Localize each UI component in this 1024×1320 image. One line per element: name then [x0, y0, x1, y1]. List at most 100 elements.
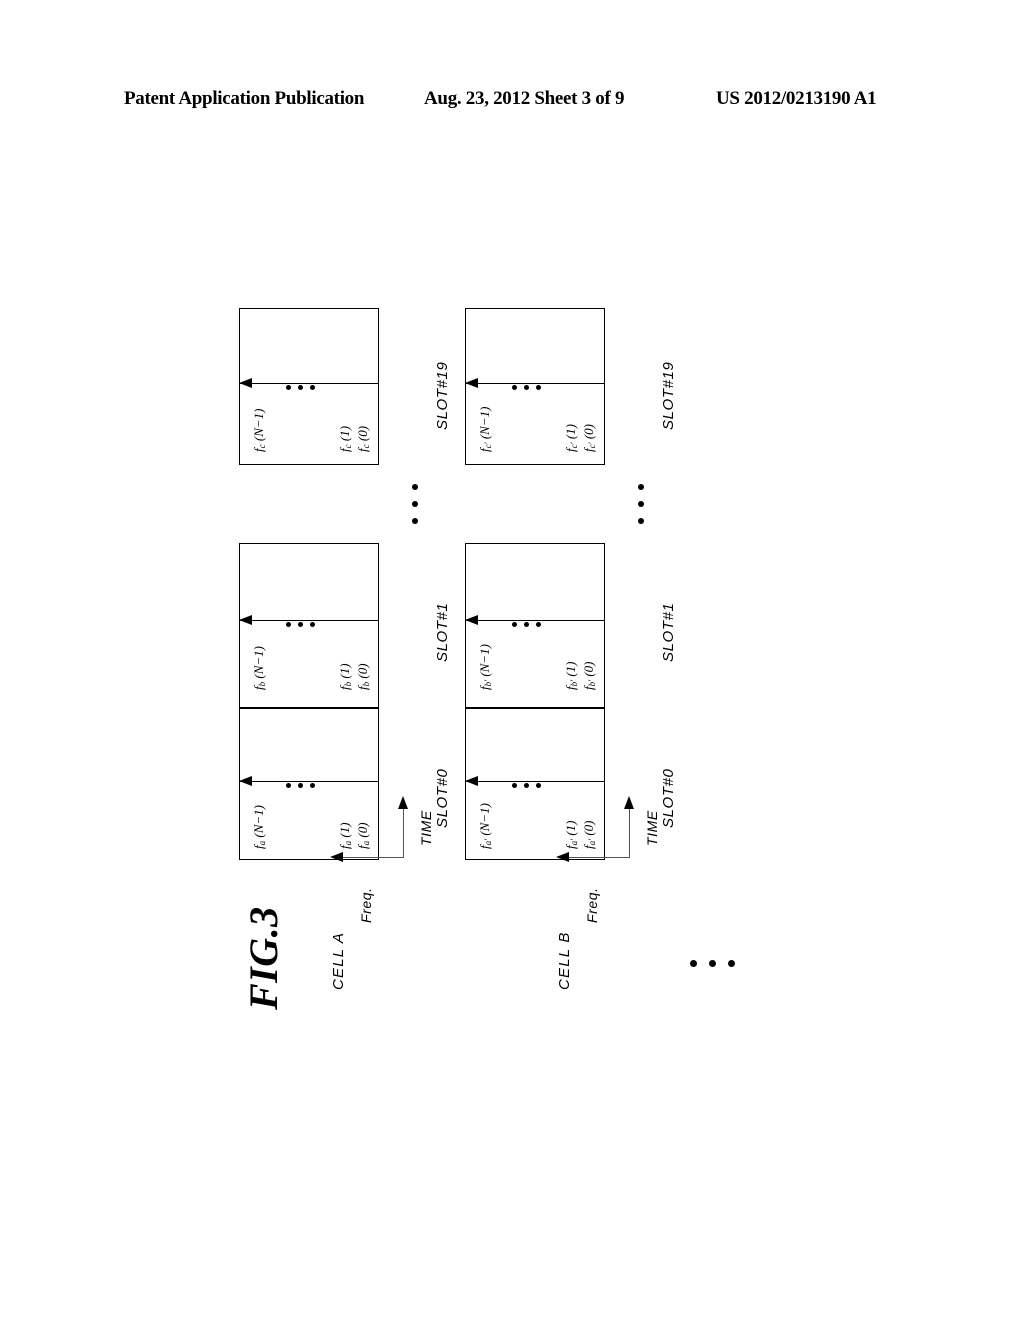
- time-axis-arrow-icon: [398, 796, 408, 809]
- carrier-symbol: f: [355, 845, 370, 849]
- carrier-symbol: f: [563, 686, 578, 690]
- freq-axis-label: Freq.: [358, 887, 374, 923]
- carrier-label-top: fb′ (N−1): [477, 644, 493, 690]
- carrier-symbol: f: [563, 845, 578, 849]
- carrier-symbol: f: [477, 845, 492, 849]
- slot-sequence-ellipsis: [412, 484, 418, 524]
- freq-axis-arrow-icon: [330, 852, 343, 862]
- carrier-argument: (1): [563, 820, 578, 839]
- carrier-subscript: b: [343, 681, 353, 687]
- carrier-argument: (0): [355, 425, 370, 445]
- slot-divider: [466, 620, 604, 621]
- carrier-label-top: fa (N−1): [251, 805, 267, 849]
- carrier-argument: (1): [337, 822, 352, 841]
- carrier-argument: (N−1): [477, 803, 492, 839]
- cell-label-a: CELL A: [330, 931, 347, 990]
- carrier-subscript: c′: [569, 442, 579, 449]
- slot-arrow-icon: [239, 378, 252, 388]
- carrier-label-mid: fa (1): [337, 822, 353, 849]
- carrier-ellipsis: [512, 783, 541, 788]
- carrier-symbol: f: [355, 686, 370, 690]
- carrier-subscript: b: [257, 681, 267, 687]
- carrier-symbol: f: [251, 845, 266, 849]
- freq-axis-arrow-icon: [556, 852, 569, 862]
- cell-label-b: CELL B: [556, 931, 573, 990]
- carrier-label-bot: fb (0): [355, 663, 371, 690]
- carrier-label-bot: fa′ (0): [581, 820, 597, 849]
- slot-arrow-icon: [465, 776, 478, 786]
- slot-box: fb (N−1) fb (1) fb (0): [239, 543, 379, 708]
- slot-caption: SLOT#19: [434, 361, 451, 430]
- carrier-argument: (N−1): [251, 408, 266, 445]
- carrier-symbol: f: [337, 845, 352, 849]
- carrier-argument: (N−1): [477, 644, 492, 680]
- carrier-symbol: f: [251, 686, 266, 690]
- slot-box: fa′ (N−1) fa′ (1) fa′ (0): [465, 708, 605, 860]
- figure-3-drawing: FIG.3 CELL A fa (N−1) fa (1) fa (0) SLOT…: [0, 0, 1024, 1320]
- carrier-subscript: c: [343, 444, 353, 449]
- slot-sequence-ellipsis: [638, 484, 644, 524]
- slot-arrow-icon: [239, 615, 252, 625]
- carrier-symbol: f: [581, 845, 596, 849]
- carrier-ellipsis: [512, 385, 541, 390]
- carrier-subscript: a′: [569, 838, 579, 846]
- slot-arrow-icon: [465, 378, 478, 388]
- time-axis-arrow-icon: [624, 796, 634, 809]
- more-cells-ellipsis: [690, 960, 735, 967]
- carrier-label-top: fc′ (N−1): [477, 406, 493, 452]
- carrier-label-bot: fa (0): [355, 822, 371, 849]
- carrier-subscript: a′: [587, 838, 597, 846]
- carrier-label-mid: fc′ (1): [563, 424, 579, 452]
- carrier-subscript: c′: [587, 442, 597, 449]
- carrier-subscript: c′: [483, 442, 493, 449]
- carrier-label-top: fb (N−1): [251, 646, 267, 690]
- carrier-argument: (0): [581, 820, 596, 839]
- carrier-label-mid: fa′ (1): [563, 820, 579, 849]
- carrier-symbol: f: [581, 448, 596, 452]
- freq-axis-label: Freq.: [584, 887, 600, 923]
- time-axis-label: TIME: [644, 810, 660, 846]
- carrier-symbol: f: [581, 686, 596, 690]
- slot-box: fb′ (N−1) fb′ (1) fb′ (0): [465, 543, 605, 708]
- slot-caption: SLOT#1: [660, 602, 677, 662]
- carrier-subscript: a′: [483, 838, 493, 846]
- carrier-argument: (0): [581, 423, 596, 443]
- freq-axis-line: [342, 857, 404, 858]
- carrier-argument: (1): [563, 661, 578, 680]
- carrier-symbol: f: [477, 448, 492, 452]
- carrier-label-bot: fc′ (0): [581, 423, 597, 452]
- time-axis-line: [629, 808, 630, 858]
- carrier-ellipsis: [512, 622, 541, 627]
- carrier-subscript: b′: [569, 679, 579, 687]
- carrier-argument: (N−1): [251, 646, 266, 682]
- slot-divider: [466, 383, 604, 384]
- carrier-argument: (N−1): [251, 805, 266, 841]
- carrier-symbol: f: [251, 448, 266, 452]
- carrier-subscript: a: [257, 840, 267, 846]
- carrier-subscript: a: [343, 840, 353, 846]
- slot-caption: SLOT#0: [660, 768, 677, 828]
- carrier-ellipsis: [286, 385, 315, 390]
- carrier-ellipsis: [286, 783, 315, 788]
- carrier-symbol: f: [355, 448, 370, 452]
- carrier-subscript: b′: [587, 679, 597, 687]
- carrier-label-bot: fb′ (0): [581, 661, 597, 690]
- carrier-subscript: c: [361, 444, 371, 449]
- carrier-symbol: f: [337, 686, 352, 690]
- carrier-label-top: fc (N−1): [251, 408, 267, 452]
- freq-axis-line: [568, 857, 630, 858]
- carrier-symbol: f: [563, 448, 578, 452]
- carrier-argument: (N−1): [477, 406, 492, 443]
- carrier-argument: (0): [355, 822, 370, 841]
- slot-divider: [240, 383, 378, 384]
- carrier-symbol: f: [337, 448, 352, 452]
- slot-arrow-icon: [239, 776, 252, 786]
- time-axis-label: TIME: [418, 810, 434, 846]
- carrier-subscript: b: [361, 681, 371, 687]
- carrier-argument: (0): [581, 661, 596, 680]
- slot-caption: SLOT#0: [434, 768, 451, 828]
- carrier-label-mid: fb (1): [337, 663, 353, 690]
- slot-caption: SLOT#19: [660, 361, 677, 430]
- carrier-symbol: f: [477, 686, 492, 690]
- time-axis-line: [403, 808, 404, 858]
